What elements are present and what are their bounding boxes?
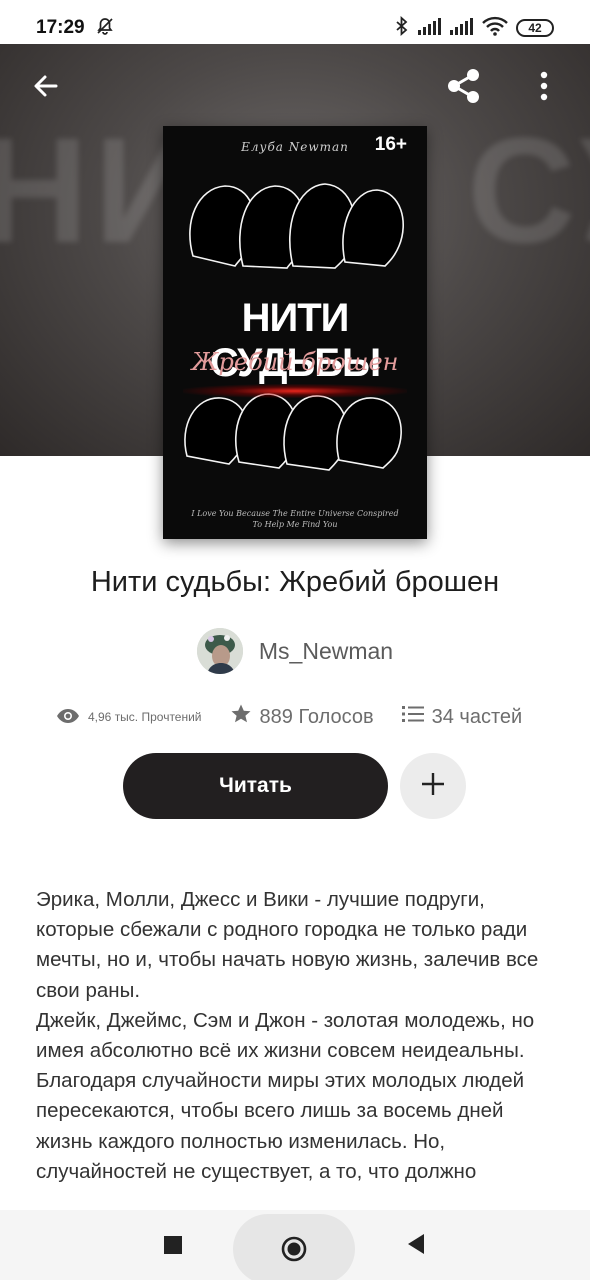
list-icon bbox=[401, 705, 424, 729]
description-paragraph: Джейк, Джеймс, Сэм и Джон - золотая моло… bbox=[36, 1008, 535, 1063]
author-row[interactable]: Ms_Newman bbox=[0, 628, 590, 674]
battery-icon: 42 bbox=[516, 19, 554, 37]
description-paragraph: Эрика, Молли, Джесс и Вики - лучшие подр… bbox=[36, 888, 539, 1002]
top-app-bar bbox=[0, 44, 590, 128]
plus-icon bbox=[420, 771, 446, 802]
back-arrow-icon[interactable] bbox=[24, 64, 68, 108]
votes-stat: 889 Голосов bbox=[230, 703, 374, 731]
parts-count: 34 частей bbox=[431, 705, 523, 728]
parts-stat: 34 частей bbox=[401, 705, 523, 729]
read-button[interactable]: Читать bbox=[123, 753, 388, 819]
bell-off-icon bbox=[95, 16, 115, 41]
avatar[interactable] bbox=[196, 628, 243, 674]
star-icon bbox=[230, 703, 252, 731]
signal-icon bbox=[450, 17, 474, 40]
add-to-library-button[interactable] bbox=[400, 753, 466, 819]
top-app-bar-actions bbox=[442, 64, 566, 108]
cover-subtitle: Жребий брошен bbox=[191, 348, 399, 376]
book-cover[interactable]: Eлуба Newman 16+ НИТИ СУДЬБЫ Жребий брош… bbox=[163, 126, 427, 539]
bluetooth-icon bbox=[394, 15, 410, 41]
description-paragraph: Благодаря случайности миры этих молодых … bbox=[36, 1069, 525, 1183]
status-time: 17:29 bbox=[36, 17, 85, 38]
signal-icon bbox=[418, 17, 442, 40]
recents-icon[interactable] bbox=[162, 1234, 184, 1256]
share-icon[interactable] bbox=[442, 64, 486, 108]
stats-row: 4,96 тыс. Прочтений 889 Голосов 34 часте… bbox=[56, 700, 550, 734]
cover-tagline: I Love You Because The Entire Universe C… bbox=[191, 509, 399, 529]
system-nav-bar bbox=[0, 1210, 590, 1280]
book-title: Нити судьбы: Жребий брошен bbox=[90, 566, 500, 598]
votes-count: 889 Голосов bbox=[259, 705, 374, 728]
status-left: 17:29 bbox=[36, 16, 115, 41]
eye-icon bbox=[56, 708, 80, 727]
home-icon[interactable] bbox=[233, 1214, 355, 1280]
status-right: 42 bbox=[394, 15, 554, 41]
more-vert-icon[interactable] bbox=[522, 64, 566, 108]
book-description: Эрика, Молли, Джесс и Вики - лучшие подр… bbox=[36, 885, 556, 1210]
cover-age-rating: 16+ bbox=[374, 134, 407, 155]
wifi-icon bbox=[482, 16, 508, 41]
reads-count: 4,96 тыс. Прочтений bbox=[88, 710, 202, 724]
back-icon[interactable] bbox=[404, 1232, 428, 1256]
reads-stat: 4,96 тыс. Прочтений bbox=[56, 708, 202, 727]
cover-glow bbox=[183, 384, 407, 398]
author-name[interactable]: Ms_Newman bbox=[259, 638, 393, 665]
